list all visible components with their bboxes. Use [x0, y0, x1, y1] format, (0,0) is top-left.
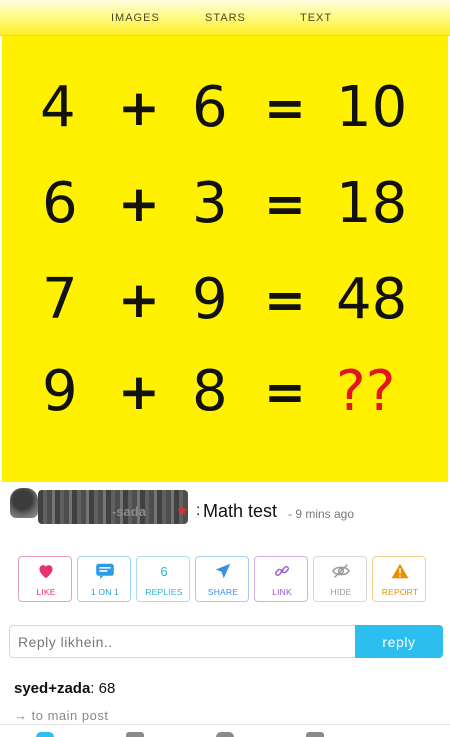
author-name-fragment[interactable]: -sada	[112, 504, 146, 519]
puzzle-operand: 8	[192, 359, 228, 424]
link-label: LINK	[272, 587, 292, 597]
like-button[interactable]: LIKE	[18, 556, 72, 602]
post-header: -sada ★ : Math test - 9 mins ago	[0, 488, 450, 534]
eye-off-icon	[314, 563, 368, 581]
back-to-main-post-link[interactable]: → to main post	[14, 708, 108, 723]
puzzle-equals: =	[264, 79, 306, 137]
replies-button[interactable]: 6 REPLIES	[136, 556, 190, 602]
reply-input[interactable]	[9, 625, 355, 658]
screen: IMAGES STARS TEXT 4 + 6 = 10 6 + 3 = 18 …	[0, 0, 450, 737]
puzzle-question-marks: ??	[336, 359, 396, 424]
puzzle-row: 6 + 3 = 18	[2, 164, 448, 244]
share-label: SHARE	[207, 587, 239, 597]
reply-button[interactable]: reply	[355, 625, 443, 658]
post-title: Math test	[203, 501, 278, 521]
warning-icon	[373, 563, 427, 581]
puzzle-row: 9 + 8 = ??	[2, 352, 448, 432]
like-label: LIKE	[36, 587, 56, 597]
heart-icon	[19, 563, 73, 581]
link-button[interactable]: LINK	[254, 556, 308, 602]
comment: syed+zada: 68	[14, 680, 115, 697]
post-timestamp: - 9 mins ago	[288, 507, 355, 521]
puzzle-plus: +	[118, 271, 160, 329]
replies-count: 6	[160, 564, 168, 579]
tab-images[interactable]: IMAGES	[111, 12, 160, 24]
puzzle-equals: =	[264, 271, 306, 329]
star-icon: ★	[176, 502, 189, 518]
puzzle-operand: 6	[42, 171, 78, 236]
chat-icon	[78, 563, 132, 581]
puzzle-plus: +	[118, 363, 160, 421]
one-on-one-button[interactable]: 1 ON 1	[77, 556, 131, 602]
hide-button[interactable]: HIDE	[313, 556, 367, 602]
puzzle-operand: 4	[40, 75, 76, 140]
top-tab-bar: IMAGES STARS TEXT	[0, 0, 450, 36]
comment-user[interactable]: syed+zada	[14, 680, 90, 697]
report-button[interactable]: REPORT	[372, 556, 426, 602]
one-on-one-label: 1 ON 1	[90, 587, 120, 597]
puzzle-operand: 6	[192, 75, 228, 140]
puzzle-operand: 3	[192, 171, 228, 236]
puzzle-equals: =	[264, 363, 306, 421]
comment-text: 68	[94, 680, 116, 697]
avatar[interactable]	[10, 488, 38, 518]
report-label: REPORT	[381, 587, 419, 597]
puzzle-image[interactable]: 4 + 6 = 10 6 + 3 = 18 7 + 9 = 48 9 + 8 =…	[2, 36, 448, 482]
puzzle-equals: =	[264, 175, 306, 233]
list-icon[interactable]	[126, 732, 144, 737]
separator: :	[196, 502, 201, 519]
puzzle-operand: 9	[42, 359, 78, 424]
puzzle-row: 7 + 9 = 48	[2, 260, 448, 340]
puzzle-row: 4 + 6 = 10	[2, 68, 448, 148]
puzzle-operand: 9	[192, 267, 228, 332]
send-icon	[196, 563, 250, 581]
tab-text[interactable]: TEXT	[300, 12, 332, 24]
puzzle-result: 18	[336, 171, 408, 236]
puzzle-result: 10	[336, 75, 408, 140]
user-icon[interactable]	[216, 732, 234, 737]
link-icon	[255, 563, 309, 581]
post-actions: LIKE 1 ON 1 6 REPLIES SHARE LINK HIDE RE…	[18, 556, 432, 604]
home-icon[interactable]	[36, 732, 54, 737]
puzzle-plus: +	[118, 79, 160, 137]
puzzle-plus: +	[118, 175, 160, 233]
bottom-nav	[0, 724, 450, 737]
puzzle-operand: 7	[42, 267, 78, 332]
puzzle-result: 48	[336, 267, 408, 332]
share-button[interactable]: SHARE	[195, 556, 249, 602]
tab-stars[interactable]: STARS	[205, 12, 246, 24]
bookmark-icon[interactable]	[306, 732, 324, 737]
hide-label: HIDE	[330, 587, 352, 597]
reply-form: reply	[9, 625, 443, 658]
replies-label: REPLIES	[145, 587, 183, 597]
